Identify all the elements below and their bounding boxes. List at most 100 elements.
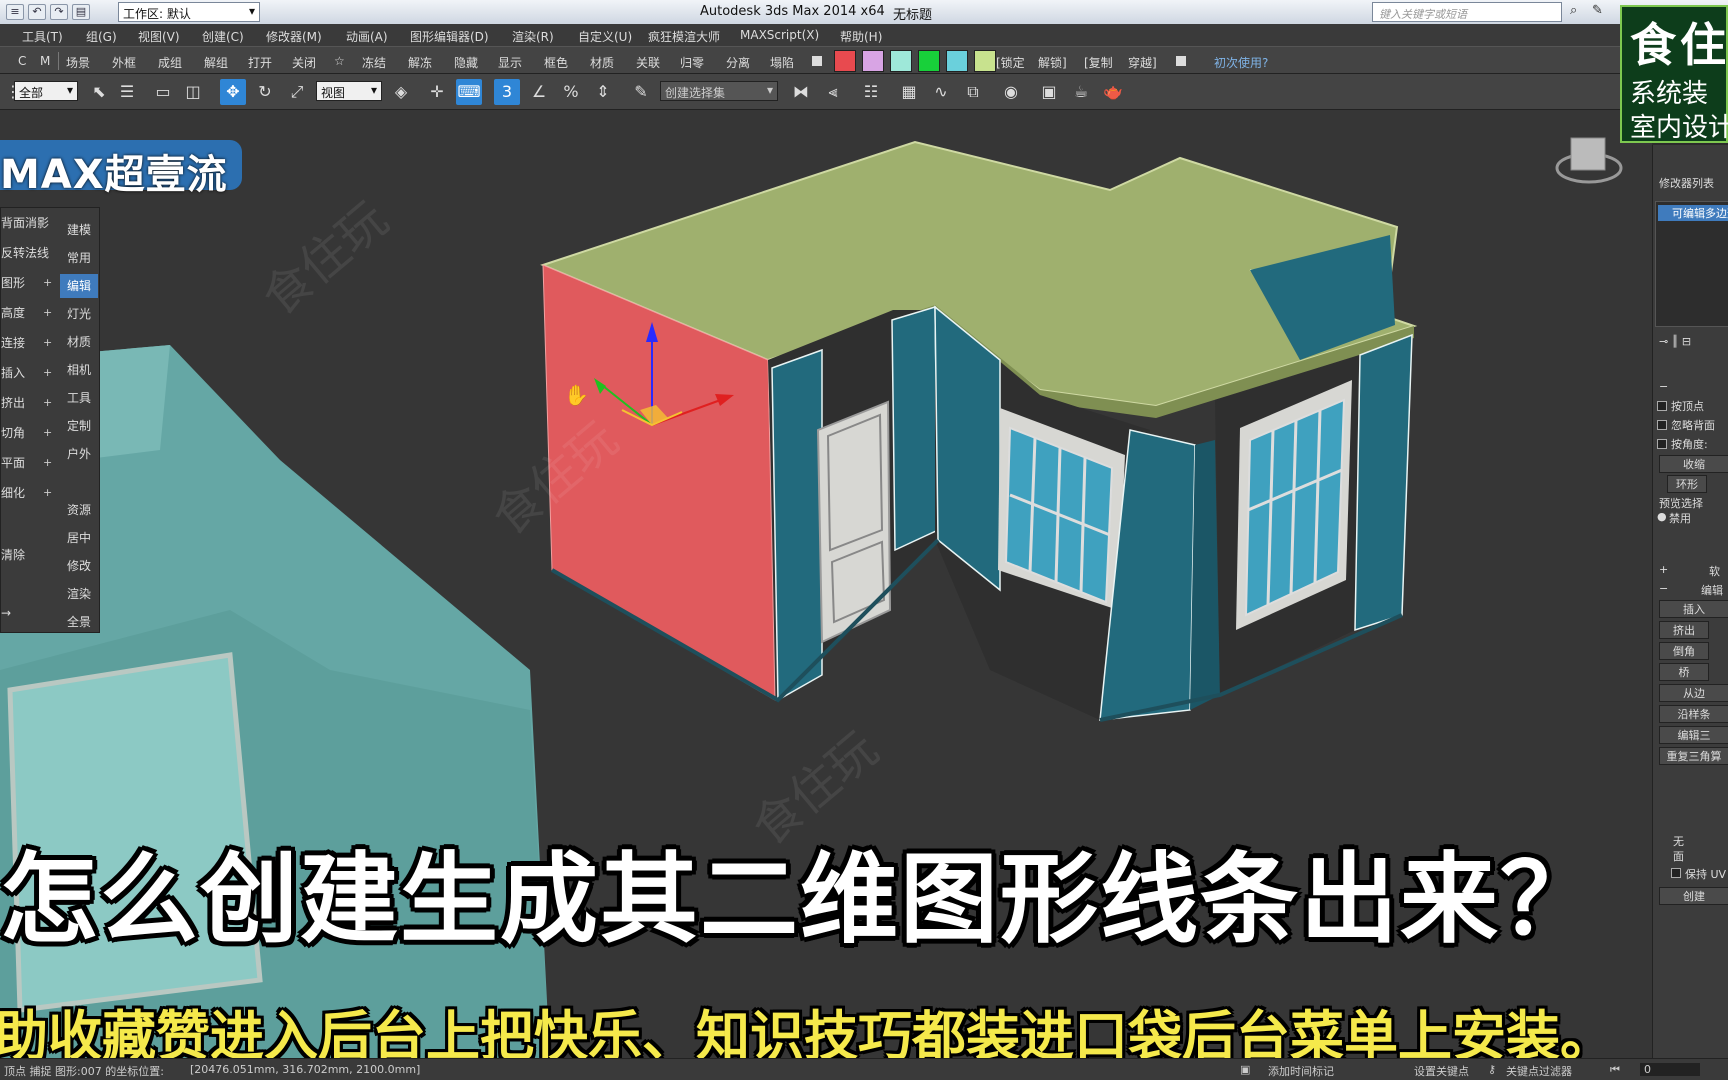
plugin-lock-button[interactable]: [锁定: [996, 54, 1025, 71]
goto-start-icon[interactable]: ⏮: [1610, 1063, 1620, 1077]
left-panel-tab[interactable]: 常用: [60, 246, 98, 270]
rotate-icon[interactable]: ↻: [252, 79, 278, 105]
plugin-tool-button[interactable]: 打开: [248, 54, 272, 71]
menu-item[interactable]: 工具(T): [22, 28, 63, 45]
left-panel-tab[interactable]: 编辑: [60, 274, 98, 298]
left-panel-tab[interactable]: 修改: [60, 554, 98, 578]
left-panel-tab[interactable]: 居中: [60, 526, 98, 550]
plugin-tool-button[interactable]: 归零: [680, 54, 704, 71]
plugin-lock-button[interactable]: 穿越]: [1128, 54, 1157, 71]
plugin-square-toggle[interactable]: [812, 56, 822, 66]
left-panel-tab[interactable]: 工具: [60, 386, 98, 410]
plugin-tool-button[interactable]: 塌陷: [770, 54, 794, 71]
menu-item[interactable]: 渲染(R): [512, 28, 554, 45]
menu-item[interactable]: 帮助(H): [840, 28, 882, 45]
angle-snap-icon[interactable]: ∠: [526, 79, 552, 105]
left-panel-tab[interactable]: 资源: [60, 498, 98, 522]
key-icon[interactable]: ⚷: [1488, 1063, 1496, 1076]
modifier-stack[interactable]: 可编辑多边形: [1655, 201, 1728, 327]
expand-plus-icon[interactable]: +: [43, 396, 52, 409]
render-production-icon[interactable]: 🫖: [1100, 79, 1126, 105]
preview-disabled-radio[interactable]: ●: [1657, 510, 1667, 523]
left-panel-tool[interactable]: 清除: [1, 546, 53, 570]
menu-item[interactable]: 图形编辑器(D): [410, 28, 489, 45]
binoculars-icon[interactable]: ⌕: [1570, 3, 1586, 19]
expand-plus-icon[interactable]: +: [43, 366, 52, 379]
expand-plus-icon[interactable]: +: [43, 426, 52, 439]
redo-icon[interactable]: ↷: [50, 4, 68, 20]
left-panel-tool[interactable]: 图形 +: [1, 274, 53, 298]
plugin-tool-button[interactable]: 隐藏: [454, 54, 478, 71]
select-object-icon[interactable]: ⬉: [86, 79, 112, 105]
extrude-button[interactable]: 挤出: [1659, 621, 1709, 639]
app-menu-icon[interactable]: ≡: [6, 4, 24, 20]
color-swatch[interactable]: [918, 50, 940, 72]
ignore-backfacing-checkbox[interactable]: [1657, 420, 1667, 430]
expand-plus-icon[interactable]: +: [43, 456, 52, 469]
modifier-stack-item[interactable]: 可编辑多边形: [1658, 205, 1728, 221]
workspace-dropdown[interactable]: 工作区: 默认: [118, 2, 260, 22]
edit-rollout-toggle[interactable]: −: [1659, 582, 1668, 595]
selection-filter-dropdown[interactable]: 全部: [14, 81, 78, 101]
expand-plus-icon[interactable]: +: [43, 336, 52, 349]
edit-named-selection-icon[interactable]: ✎: [628, 79, 654, 105]
left-panel-tab[interactable]: 户外: [60, 442, 98, 466]
menu-item[interactable]: 视图(V): [138, 28, 180, 45]
color-swatch[interactable]: [862, 50, 884, 72]
material-editor-icon[interactable]: ◉: [998, 79, 1024, 105]
scale-icon[interactable]: ⤢: [284, 79, 310, 105]
key-filters-button[interactable]: 关键点过滤器: [1506, 1063, 1572, 1079]
current-frame-field[interactable]: 0: [1640, 1063, 1700, 1076]
by-vertex-checkbox[interactable]: [1657, 401, 1667, 411]
left-panel-tool[interactable]: 反转法线: [1, 244, 53, 268]
plugin-tool-button[interactable]: 显示: [498, 54, 522, 71]
plugin-tool-button[interactable]: 解冻: [408, 54, 432, 71]
insert-vertex-button[interactable]: 插入: [1659, 600, 1728, 618]
menu-item[interactable]: 组(G): [86, 28, 117, 45]
undo-icon[interactable]: ↶: [28, 4, 46, 20]
left-panel-tab[interactable]: 定制: [60, 414, 98, 438]
keyboard-shortcut-override-icon[interactable]: ⌨: [456, 79, 482, 105]
add-time-tag[interactable]: 添加时间标记: [1268, 1063, 1334, 1079]
expand-plus-icon[interactable]: +: [43, 486, 52, 499]
search-input[interactable]: 键入关键字或短语: [1372, 2, 1562, 22]
plugin-tool-button[interactable]: 成组: [158, 54, 182, 71]
plugin-tool-button[interactable]: 关闭: [292, 54, 316, 71]
menu-item[interactable]: 自定义(U): [578, 28, 632, 45]
menu-item[interactable]: 创建(C): [202, 28, 244, 45]
snap-toggle-icon[interactable]: 3: [494, 79, 520, 105]
expand-plus-icon[interactable]: +: [43, 276, 52, 289]
by-angle-checkbox[interactable]: [1657, 439, 1667, 449]
set-key-button[interactable]: 设置关键点: [1414, 1063, 1469, 1079]
window-crossing-icon[interactable]: ◫: [180, 79, 206, 105]
left-panel-tool[interactable]: 切角 +: [1, 424, 53, 448]
along-spline-button[interactable]: 沿样条: [1659, 705, 1728, 723]
ring-button[interactable]: 环形: [1667, 475, 1707, 493]
plugin-tool-button[interactable]: ☆: [334, 54, 345, 68]
graphite-toolbar-icon[interactable]: ▦: [896, 79, 922, 105]
plugin-m-button[interactable]: M: [40, 54, 50, 68]
left-panel-tool[interactable]: →: [1, 606, 53, 630]
menu-item[interactable]: 疯狂模渲大师: [648, 28, 720, 45]
render-frame-icon[interactable]: ☕: [1068, 79, 1094, 105]
bridge-button[interactable]: 桥: [1659, 663, 1709, 681]
named-selection-dropdown[interactable]: 创建选择集: [660, 81, 778, 101]
left-panel-tab[interactable]: 建模: [60, 218, 98, 242]
edit-triangulation-button[interactable]: 编辑三: [1659, 726, 1728, 744]
left-panel-tool[interactable]: 插入 +: [1, 364, 53, 388]
pivot-center-icon[interactable]: ◈: [388, 79, 414, 105]
viewcube-icon[interactable]: [1570, 137, 1606, 171]
mirror-icon[interactable]: ⧓: [788, 79, 814, 105]
plugin-tool-button[interactable]: 冻结: [362, 54, 386, 71]
modifier-list-dropdown[interactable]: 修改器列表: [1659, 175, 1714, 191]
left-panel-tool[interactable]: 背面消影: [1, 214, 53, 238]
left-panel-tool[interactable]: 高度 +: [1, 304, 53, 328]
retriangulate-button[interactable]: 重复三角算: [1659, 747, 1728, 765]
ref-coord-dropdown[interactable]: 视图: [316, 81, 382, 101]
percent-snap-icon[interactable]: %: [558, 79, 584, 105]
color-swatch[interactable]: [890, 50, 912, 72]
curve-editor-icon[interactable]: ∿: [928, 79, 954, 105]
left-panel-tab[interactable]: 材质: [60, 330, 98, 354]
plugin-c-button[interactable]: C: [18, 54, 26, 68]
left-panel-tab[interactable]: 相机: [60, 358, 98, 382]
